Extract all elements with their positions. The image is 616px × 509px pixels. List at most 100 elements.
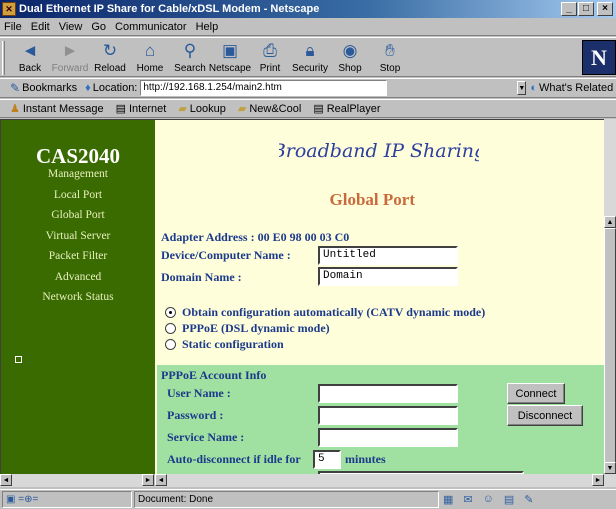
person-icon: ♟	[10, 103, 20, 115]
idle-label: Auto-disconnect if idle for	[167, 452, 301, 466]
radio-button-selected[interactable]	[165, 307, 176, 318]
nav-local-port[interactable]: Local Port	[1, 185, 155, 206]
bookmarks-button[interactable]: ✎ Bookmarks	[10, 81, 77, 95]
minutes-label: minutes	[345, 452, 386, 466]
adapter-address: Adapter Address : 00 E0 98 00 03 C0	[161, 230, 350, 244]
menu-help[interactable]: Help	[196, 21, 219, 33]
title-bar: ✕ Dual Ethernet IP Share for Cable/xDSL …	[0, 0, 616, 18]
navigator-icon[interactable]: ▦	[443, 493, 453, 506]
scroll-right-icon[interactable]: ►	[142, 474, 154, 486]
menu-edit[interactable]: Edit	[31, 21, 50, 33]
home-icon: ⌂	[144, 41, 156, 60]
radio-static[interactable]: Static configuration	[165, 337, 284, 352]
user-name-label: User Name :	[167, 386, 231, 400]
left-nav-frame: CAS2040 Management Local Port Global Por…	[1, 120, 155, 474]
forward-arrow-icon: ►	[61, 41, 79, 60]
left-horizontal-scrollbar[interactable]: ◄ ►	[0, 474, 154, 487]
whats-related-button[interactable]: ◐ What's Related	[530, 82, 613, 94]
toolbar-label: Shop	[338, 63, 362, 74]
bookmarks-icon: ✎	[10, 81, 21, 95]
url-dropdown[interactable]: ▼ ◐ What's Related	[387, 80, 613, 96]
menu-file[interactable]: File	[4, 21, 22, 33]
radio-button[interactable]	[165, 339, 176, 350]
print-button[interactable]: ⎙ Print	[250, 38, 290, 76]
broken-image-icon	[15, 356, 22, 363]
lookup-link[interactable]: ▰ Lookup	[178, 102, 226, 116]
composer-icon[interactable]: ▤	[504, 493, 514, 506]
disconnect-button[interactable]: Disconnect	[507, 405, 583, 426]
radio-obtain-auto[interactable]: Obtain configuration automatically (CATV…	[165, 305, 485, 320]
toolbar-label: Forward	[51, 63, 89, 74]
maximize-button[interactable]: □	[578, 2, 594, 16]
home-button[interactable]: ⌂ Home	[130, 38, 170, 76]
right-horizontal-scrollbar[interactable]: ◄ ►	[155, 474, 616, 487]
toolbar-grip[interactable]	[2, 41, 5, 75]
security-button[interactable]: 🔒︎ Security	[290, 38, 330, 76]
scroll-up-icon[interactable]: ▲	[604, 216, 616, 228]
toolbar-label: Netscape	[208, 63, 252, 74]
service-name-input[interactable]	[318, 428, 458, 447]
main-frame: Broadband IP Sharing Global Port Adapter…	[155, 120, 604, 474]
reload-icon: ↻	[102, 41, 118, 60]
netscape-logo[interactable]: N	[582, 40, 616, 75]
page-title: Global Port	[329, 190, 415, 209]
newcool-link[interactable]: ▰ New&Cool	[237, 102, 301, 116]
domain-name-input[interactable]: Domain	[318, 267, 458, 286]
instant-message-link[interactable]: ♟ Instant Message	[10, 102, 104, 116]
page-content: CAS2040 Management Local Port Global Por…	[0, 119, 604, 474]
internet-link[interactable]: ▤ Internet	[116, 102, 167, 116]
scroll-down-icon[interactable]: ▼	[604, 462, 616, 474]
user-name-input[interactable]	[318, 384, 458, 403]
scroll-left-icon[interactable]: ◄	[0, 474, 12, 486]
scroll-right-icon[interactable]: ►	[592, 474, 604, 486]
password-input[interactable]	[318, 406, 458, 425]
idle-minutes-input[interactable]: 5	[313, 450, 341, 469]
nav-virtual-server[interactable]: Virtual Server	[1, 226, 155, 247]
reload-button[interactable]: ↻ Reload	[90, 38, 130, 76]
connection-status-icon[interactable]: ▣ =⊕=	[2, 491, 132, 508]
component-bar: ▦ ✉ ☺ ▤ ✎	[443, 493, 533, 506]
nav-network-status[interactable]: Network Status	[1, 287, 155, 308]
mail-icon[interactable]: ✉	[463, 493, 472, 506]
nav-advanced[interactable]: Advanced	[1, 267, 155, 288]
radio-button[interactable]	[165, 323, 176, 334]
page-icon: ▤	[313, 103, 324, 115]
service-name-label: Service Name :	[167, 430, 245, 444]
radio-pppoe[interactable]: PPPoE (DSL dynamic mode)	[165, 321, 330, 336]
scroll-left-icon[interactable]: ◄	[155, 474, 167, 486]
menu-communicator[interactable]: Communicator	[115, 21, 187, 33]
related-icon: ◐	[530, 82, 537, 94]
forward-button[interactable]: ► Forward	[50, 38, 90, 76]
back-arrow-icon: ◄	[21, 41, 39, 60]
toolbar-label: Print	[259, 63, 281, 74]
shop-button[interactable]: ◉ Shop	[330, 38, 370, 76]
minimize-button[interactable]: _	[561, 2, 577, 16]
menu-go[interactable]: Go	[91, 21, 106, 33]
nav-global-port[interactable]: Global Port	[1, 205, 155, 226]
page-proxy-icon[interactable]: ♦	[85, 82, 91, 94]
menu-view[interactable]: View	[59, 21, 83, 33]
netscape-icon: ▣	[221, 41, 239, 60]
pppoe-panel: PPPoE Account Info User Name : Password …	[157, 365, 604, 474]
scroll-thumb[interactable]	[604, 228, 616, 470]
shop-icon: ◉	[342, 41, 358, 60]
folder-icon: ▰	[237, 103, 247, 115]
device-name-input[interactable]: Untitled	[318, 246, 458, 265]
close-button[interactable]: ×	[597, 2, 613, 16]
url-input[interactable]: http://192.168.1.254/main2.htm	[140, 80, 388, 96]
browser-window: ✕ Dual Ethernet IP Share for Cable/xDSL …	[0, 0, 616, 509]
realplayer-link[interactable]: ▤ RealPlayer	[313, 102, 380, 116]
search-button[interactable]: ⚲ Search	[170, 38, 210, 76]
nav-management[interactable]: Management	[1, 164, 155, 185]
messenger-icon[interactable]: ☺	[483, 493, 494, 506]
back-button[interactable]: ◄ Back	[10, 38, 50, 76]
personal-toolbar: ♟ Instant Message ▤ Internet ▰ Lookup ▰ New&…	[0, 99, 616, 118]
chevron-down-icon[interactable]: ▼	[517, 81, 527, 95]
vertical-scrollbar[interactable]: ▲ ▼	[604, 119, 616, 474]
connect-button[interactable]: Connect	[507, 383, 565, 404]
edit-icon[interactable]: ✎	[524, 493, 533, 506]
window-title: Dual Ethernet IP Share for Cable/xDSL Mo…	[19, 3, 320, 15]
stop-button[interactable]: ✋︎ Stop	[370, 38, 410, 76]
nav-packet-filter[interactable]: Packet Filter	[1, 246, 155, 267]
netscape-button[interactable]: ▣ Netscape	[208, 38, 252, 76]
